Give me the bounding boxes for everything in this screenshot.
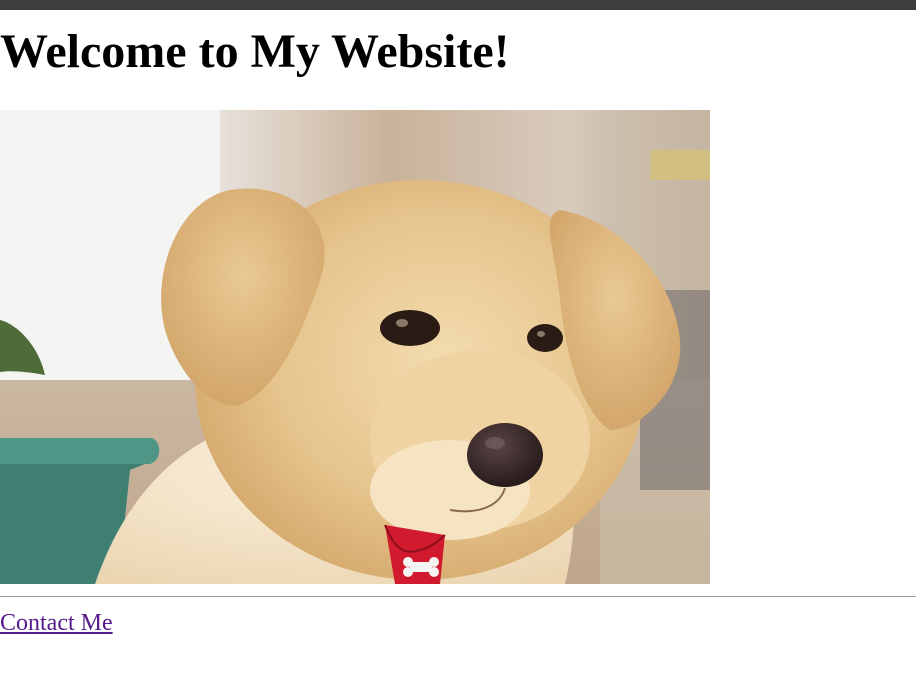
puppy-photo [0,110,710,584]
contact-link[interactable]: Contact Me [0,608,113,638]
page-title: Welcome to My Website! [0,25,510,78]
top-bar [0,0,916,10]
horizontal-rule [0,596,916,597]
